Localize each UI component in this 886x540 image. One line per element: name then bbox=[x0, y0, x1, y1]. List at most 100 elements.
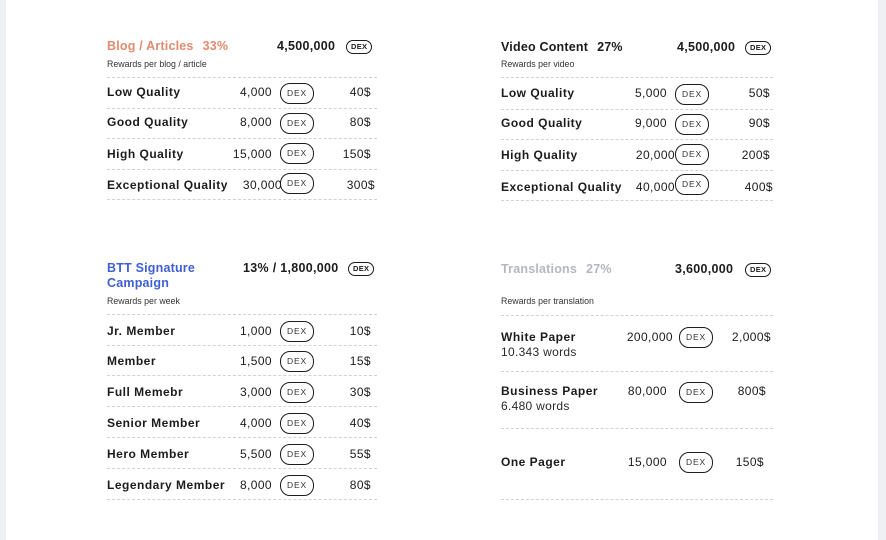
dex-badge: DEX bbox=[280, 113, 314, 134]
tier-label: Exceptional Quality bbox=[501, 180, 622, 194]
tier-usd: 80$ bbox=[349, 115, 371, 129]
tier-label: Hero Member bbox=[107, 447, 190, 461]
dex-badge: DEX bbox=[679, 327, 713, 348]
tier-usd: 10$ bbox=[349, 324, 371, 338]
tier-amount: 1,500 bbox=[239, 354, 272, 368]
table-row: Low Quality 4,000 DEX 40$ bbox=[107, 77, 377, 109]
tier-usd: 40$ bbox=[349, 85, 371, 99]
tier-amount: 5,000 bbox=[634, 86, 667, 100]
btt-title-line1: BTT Signature bbox=[107, 261, 196, 275]
tier-label: Legendary Member bbox=[107, 478, 226, 492]
tier-amount: 5,500 bbox=[239, 447, 272, 461]
tier-label: Good Quality bbox=[501, 116, 583, 130]
table-row: Low Quality 5,000 DEX 50$ bbox=[501, 77, 773, 110]
dex-badge: DEX bbox=[280, 351, 314, 372]
dex-badge: DEX bbox=[679, 452, 713, 473]
dex-badge: DEX bbox=[280, 444, 314, 465]
translation-amount: 80,000 bbox=[627, 384, 667, 398]
btt-total-token: DEX bbox=[348, 262, 375, 276]
translations-section: Translations 27% 3,600,000 DEX Rewards pe… bbox=[501, 262, 773, 502]
dex-badge: DEX bbox=[280, 83, 314, 104]
table-row: Exceptional Quality 30,000 DEX 300$ bbox=[107, 170, 377, 200]
tier-label: Good Quality bbox=[107, 115, 189, 129]
tier-usd: 50$ bbox=[748, 86, 770, 100]
video-percent: 27% bbox=[597, 40, 623, 54]
dex-badge: DEX bbox=[280, 413, 314, 434]
btt-title: BTT Signature Campaign bbox=[107, 261, 195, 291]
tier-amount: 15,000 bbox=[232, 147, 272, 161]
btt-title-line2: Campaign bbox=[107, 276, 170, 290]
video-total: 4,500,000 bbox=[677, 40, 736, 54]
video-title-text: Video Content bbox=[501, 40, 589, 54]
dex-badge: DEX bbox=[280, 143, 314, 164]
rewards-page: Blog / Articles 33% 4,500,000 DEX Rewards… bbox=[6, 0, 878, 540]
tier-usd: 55$ bbox=[349, 447, 371, 461]
table-row: Member 1,500 DEX 15$ bbox=[107, 345, 377, 376]
tier-usd: 300$ bbox=[346, 178, 375, 192]
tier-label: Jr. Member bbox=[107, 324, 176, 338]
blog-subtitle: Rewards per blog / article bbox=[107, 59, 207, 69]
dex-badge: DEX bbox=[280, 173, 314, 194]
table-row: Business Paper 6.480 words 80,000 DEX 80… bbox=[501, 371, 773, 429]
translation-amount: 15,000 bbox=[627, 455, 667, 469]
tier-amount: 8,000 bbox=[239, 478, 272, 492]
table-row: White Paper 10.343 words 200,000 DEX 2,0… bbox=[501, 315, 773, 372]
tier-label: Exceptional Quality bbox=[107, 178, 228, 192]
tier-usd: 40$ bbox=[349, 416, 371, 430]
tier-amount: 40,000 bbox=[635, 180, 675, 194]
table-row: Senior Member 4,000 DEX 40$ bbox=[107, 407, 377, 438]
translation-word-count: 10.343 words bbox=[501, 345, 577, 359]
tier-amount: 30,000 bbox=[242, 178, 282, 192]
table-row: Full Memebr 3,000 DEX 30$ bbox=[107, 376, 377, 407]
video-total-token: DEX bbox=[745, 41, 772, 55]
dex-badge: DEX bbox=[280, 321, 314, 342]
btt-total: 13% / 1,800,000 bbox=[243, 261, 339, 275]
tier-label: Full Memebr bbox=[107, 385, 184, 399]
translations-title-text: Translations bbox=[501, 262, 578, 276]
blog-title-text: Blog / Articles bbox=[107, 39, 194, 53]
tier-usd: 90$ bbox=[748, 116, 770, 130]
tier-usd: 150$ bbox=[342, 147, 371, 161]
tier-amount: 4,000 bbox=[239, 85, 272, 99]
table-row: Good Quality 9,000 DEX 90$ bbox=[501, 109, 773, 140]
translation-word-count: 6.480 words bbox=[501, 399, 570, 413]
video-subtitle: Rewards per video bbox=[501, 59, 575, 69]
dex-badge: DEX bbox=[675, 144, 709, 165]
tier-label: Low Quality bbox=[501, 86, 575, 100]
translation-usd: 2,000$ bbox=[731, 330, 771, 344]
tier-label: High Quality bbox=[107, 147, 184, 161]
table-row: Hero Member 5,500 DEX 55$ bbox=[107, 438, 377, 469]
blog-percent: 33% bbox=[202, 39, 229, 53]
translation-label: White Paper bbox=[501, 330, 576, 344]
tier-label: Low Quality bbox=[107, 85, 181, 99]
tier-amount: 3,000 bbox=[239, 385, 272, 399]
table-row: Exceptional Quality 40,000 DEX 400$ bbox=[501, 171, 773, 201]
tier-amount: 8,000 bbox=[239, 115, 272, 129]
translation-label: One Pager bbox=[501, 455, 566, 469]
tier-usd: 15$ bbox=[349, 354, 371, 368]
translations-total: 3,600,000 bbox=[675, 262, 734, 276]
dex-badge: DEX bbox=[280, 382, 314, 403]
dex-badge: DEX bbox=[675, 114, 709, 135]
video-section: Video Content 27% 4,500,000 DEX Rewards p… bbox=[501, 40, 773, 205]
translations-title: Translations 27% bbox=[501, 262, 612, 276]
translation-amount: 200,000 bbox=[626, 330, 673, 344]
blog-section: Blog / Articles 33% 4,500,000 DEX Rewards… bbox=[107, 39, 377, 204]
tier-usd: 80$ bbox=[349, 478, 371, 492]
dex-badge: DEX bbox=[280, 475, 314, 496]
table-row: High Quality 20,000 DEX 200$ bbox=[501, 140, 773, 171]
tier-usd: 400$ bbox=[744, 180, 773, 194]
tier-usd: 30$ bbox=[349, 385, 371, 399]
tier-label: Member bbox=[107, 354, 157, 368]
video-title: Video Content 27% bbox=[501, 40, 623, 54]
table-row: Legendary Member 8,000 DEX 80$ bbox=[107, 469, 377, 500]
tier-usd: 200$ bbox=[741, 148, 770, 162]
table-row: Good Quality 8,000 DEX 80$ bbox=[107, 108, 377, 139]
translation-label: Business Paper bbox=[501, 384, 599, 398]
table-row: Jr. Member 1,000 DEX 10$ bbox=[107, 314, 377, 346]
translation-usd: 150$ bbox=[735, 455, 764, 469]
dex-badge: DEX bbox=[675, 174, 709, 195]
dex-badge: DEX bbox=[675, 84, 709, 105]
btt-subtitle: Rewards per week bbox=[107, 296, 180, 306]
translations-total-token: DEX bbox=[745, 263, 772, 277]
